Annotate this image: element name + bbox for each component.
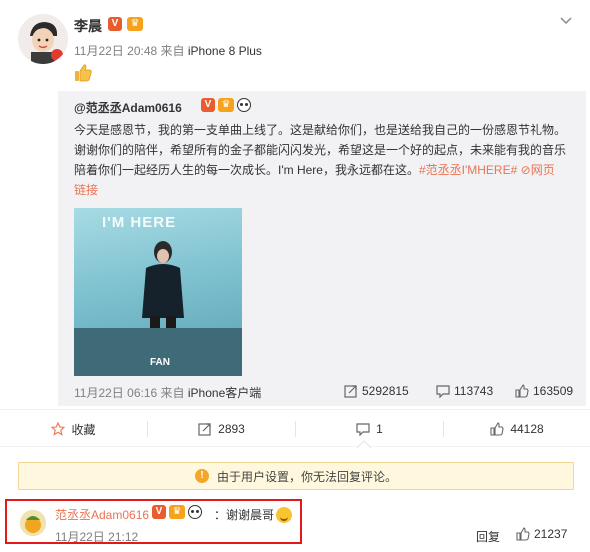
author-name[interactable]: 李晨 [74,16,102,36]
web-link-label: 网页 [530,163,555,177]
reply-disabled-notice: ! 由于用户设置，你无法回复评论。 [18,462,574,490]
comment-icon [436,385,450,398]
comment-count: 113743 [454,384,494,398]
thumbs-up-icon [73,63,93,83]
warning-icon: ! [194,469,209,483]
crown-icon: ♛ [127,17,143,31]
notice-text: 由于用户设置，你无法回复评论。 [216,469,397,484]
source-prefix: 来自 [160,386,185,400]
chevron-down-icon[interactable] [560,14,572,28]
image-caption: FAN [150,357,170,368]
retweet-repost-count[interactable]: 5292815 [344,384,409,398]
like-button[interactable]: 44128 [444,410,590,448]
panda-icon [188,505,202,519]
favorite-label: 收藏 [71,422,96,437]
comment-text: ：谢谢晨哥 [214,506,293,523]
retweet-line-2: 谢谢你们的陪伴，希望所有的金子都能闪闪发光，希望这是一个好的起点，未来能有我的音… [74,143,567,157]
comment-time: 11月22日 21:12 [55,530,139,544]
verified-v-icon: V [201,98,215,112]
retweet-badges: V ♛ [201,98,251,112]
favorite-button[interactable]: 收藏 [0,410,147,448]
retweet-meta: 11月22日 06:16 来自 iPhone客户端 [74,384,261,401]
like-icon [515,384,529,398]
link-icon: ⊘ [520,163,531,177]
source-prefix: 来自 [160,44,185,58]
retweet-like-count[interactable]: 163509 [515,384,573,398]
retweet-device: iPhone客户端 [187,386,262,400]
caret-up-icon [357,440,371,448]
avatar-illustration [18,14,68,64]
image-title: I'M HERE [102,214,177,231]
smile-emoji-icon [276,506,293,523]
comment-like-count: 21237 [534,527,568,541]
repost-icon [198,423,211,436]
retweet-line-3: 陪着你们一起经历人生的每一次成长。I'm Here，我永远都在这。#范丞丞I'M… [74,160,574,180]
comment-like-button[interactable]: 21237 [516,527,567,541]
commenter-badges: V ♛ [152,505,202,519]
comment-action-count: 1 [376,422,383,436]
panda-icon [237,98,251,112]
like-icon [516,527,530,541]
link-label[interactable]: 链接 [74,180,574,200]
post-meta: 11月22日 20:48 来自 iPhone 8 Plus [74,42,262,59]
comment-icon [356,423,370,436]
comment-body: ：谢谢晨哥 [214,508,275,522]
retweet-text: 今天是感恩节，我的第一支单曲上线了。这是献给你们，也是送给我自己的一份感恩节礼物… [74,120,574,200]
reply-button[interactable]: 回复 [476,528,500,545]
verified-v-icon: V [152,505,166,519]
repost-action-count: 2893 [218,422,245,436]
retweet-author[interactable]: @范丞丞Adam0616 [74,99,182,116]
car-shape [74,328,242,376]
star-icon [51,422,66,436]
retweet-line-1: 今天是感恩节，我的第一支单曲上线了。这是献给你们，也是送给我自己的一份感恩节礼物… [74,123,567,137]
action-bar: 收藏 2893 1 44128 [0,409,590,447]
verified-v-icon: V [108,17,122,31]
commenter-name[interactable]: 范丞丞Adam0616 [55,506,149,523]
retweet-box: @范丞丞Adam0616 V ♛ 今天是感恩节，我的第一支单曲上线了。这是献给你… [58,91,586,406]
repost-button[interactable]: 2893 [148,410,295,448]
retweet-image[interactable]: I'M HERE FAN [74,208,242,376]
crown-icon: ♛ [218,98,234,112]
retweet-timestamp[interactable]: 11月22日 06:16 [74,386,157,400]
web-link[interactable]: ⊘网页 [521,163,555,177]
crown-icon: ♛ [169,505,185,519]
post-timestamp[interactable]: 11月22日 20:48 [74,44,157,58]
avatar-illustration [20,510,46,536]
hashtag-link[interactable]: #范丞丞I'MHERE# [419,163,517,177]
retweet-comment-count[interactable]: 113743 [436,384,493,398]
author-avatar[interactable] [18,14,68,64]
commenter-avatar[interactable] [20,510,46,536]
repost-icon [344,385,357,398]
post-device: iPhone 8 Plus [187,44,262,58]
like-count: 163509 [533,384,574,398]
like-icon [490,422,504,436]
repost-count: 5292815 [362,384,409,398]
like-action-count: 44128 [510,422,544,436]
retweet-line-3-text: 陪着你们一起经历人生的每一次成长。I'm Here，我永远都在这。 [74,163,419,177]
